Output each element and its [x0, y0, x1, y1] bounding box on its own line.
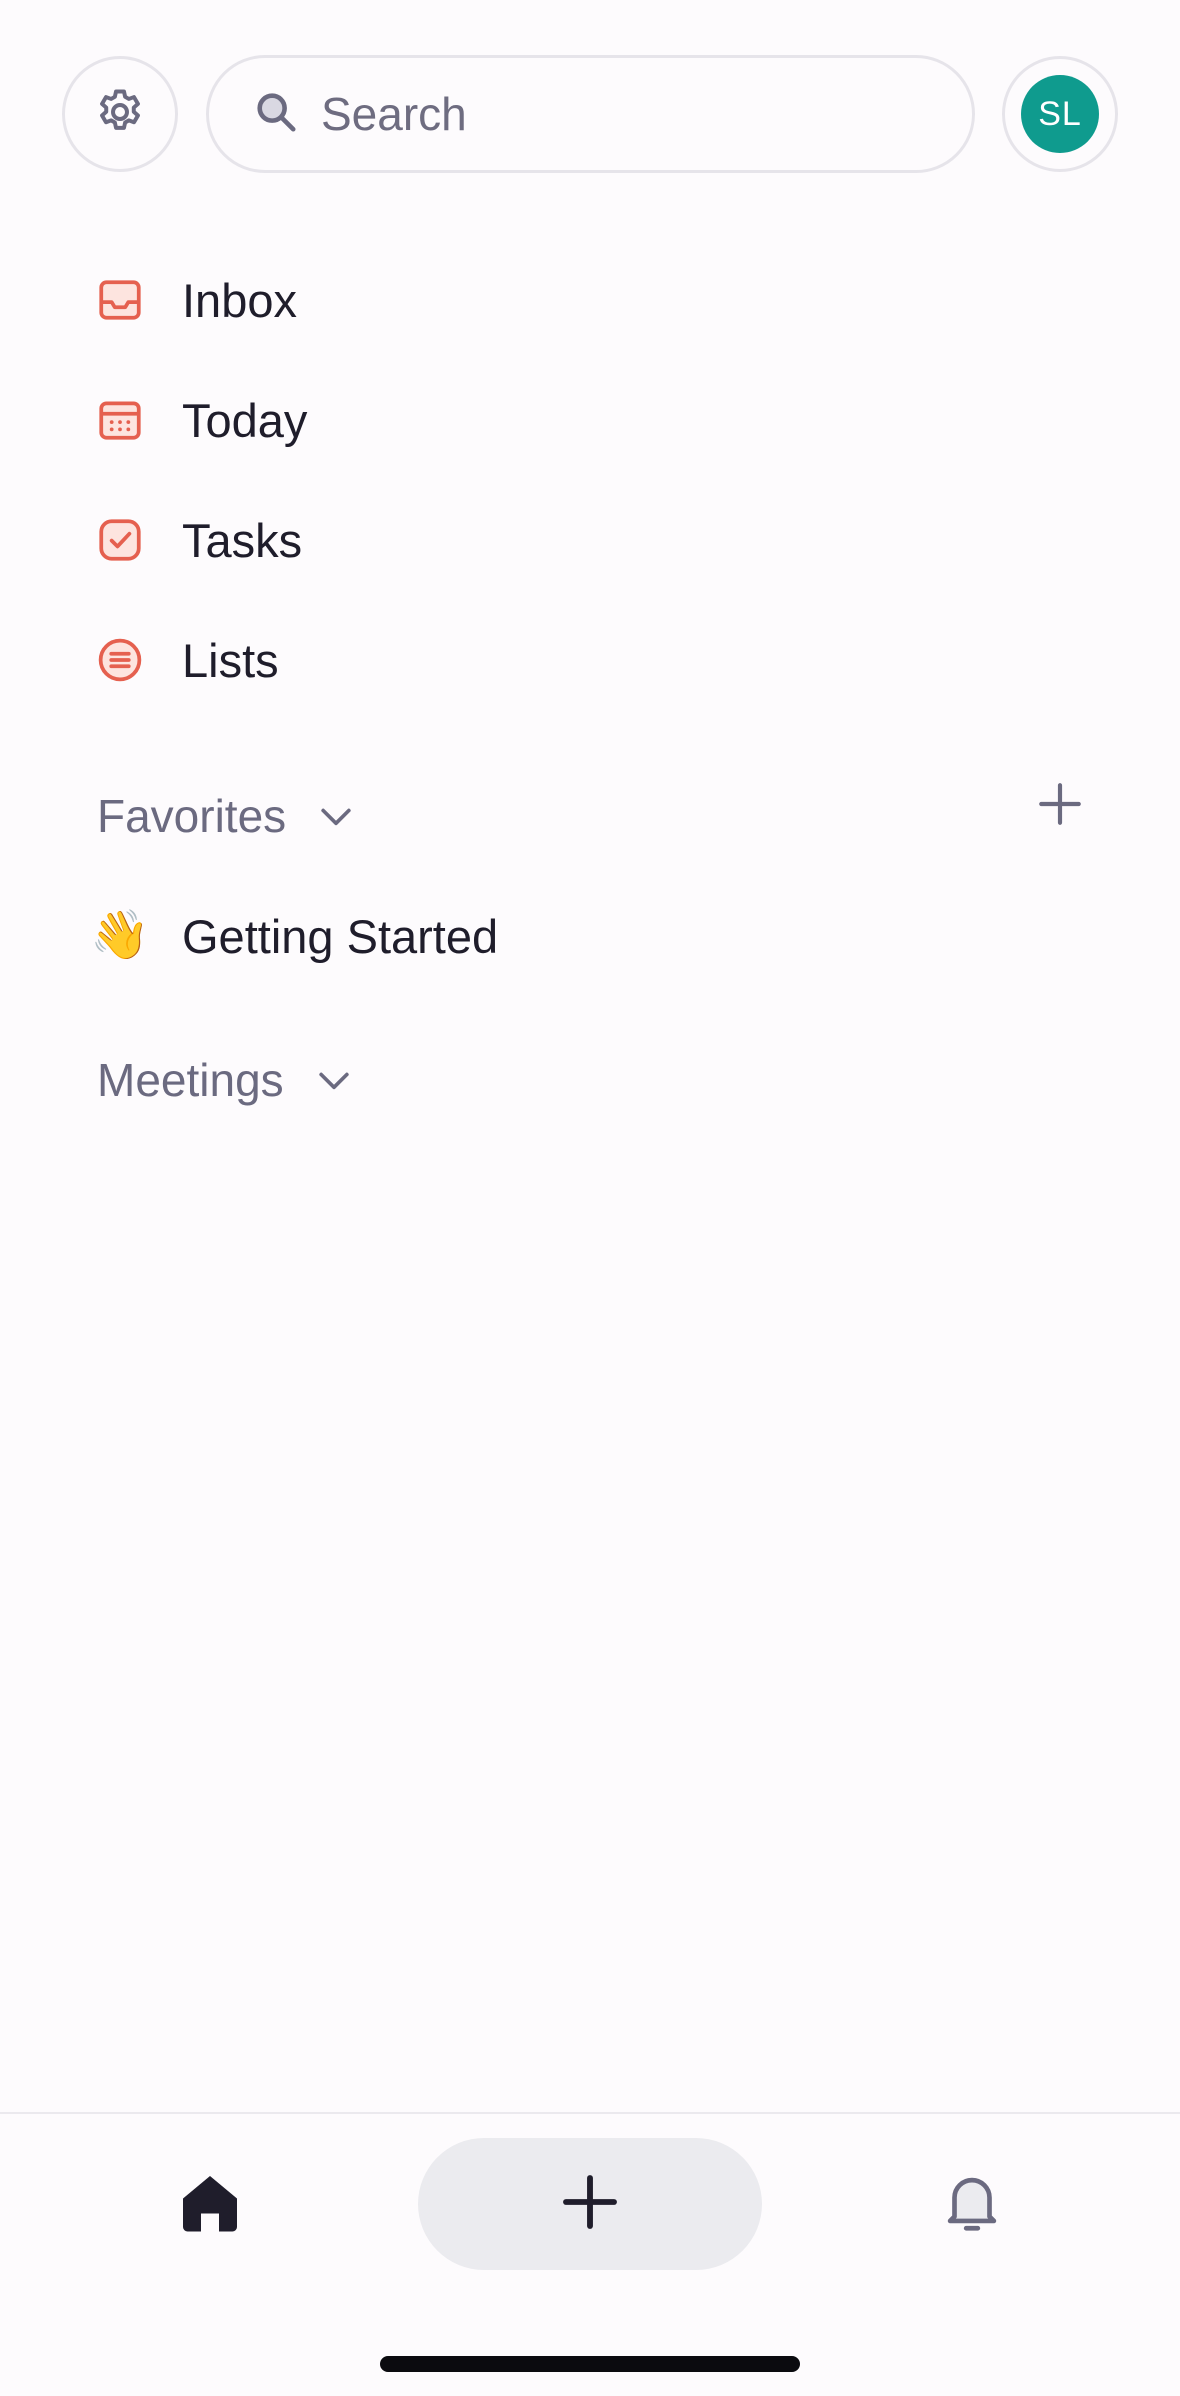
- chevron-down-icon: [312, 1058, 356, 1102]
- checkbox-icon: [94, 514, 146, 566]
- chevron-down-icon: [314, 794, 358, 838]
- bell-icon: [937, 2165, 1007, 2244]
- avatar-initials: SL: [1038, 94, 1082, 133]
- gear-icon: [92, 84, 148, 145]
- add-button[interactable]: [418, 2138, 762, 2270]
- favorites-title: Favorites: [97, 790, 287, 842]
- tab-bar-divider: [0, 2112, 1180, 2114]
- nav-item-label: Lists: [182, 633, 279, 687]
- nav-item-today[interactable]: Today: [94, 380, 307, 460]
- favorite-item-label: Getting Started: [182, 909, 499, 963]
- plus-icon: [1035, 779, 1085, 834]
- favorite-item-getting-started[interactable]: 👋 Getting Started: [90, 896, 499, 976]
- meetings-title: Meetings: [97, 1054, 284, 1106]
- nav-item-tasks[interactable]: Tasks: [94, 500, 302, 580]
- nav-item-lists[interactable]: Lists: [94, 620, 279, 700]
- inbox-icon: [94, 274, 146, 326]
- add-favorite-button[interactable]: [1030, 776, 1090, 836]
- waving-hand-emoji: 👋: [90, 909, 150, 962]
- nav-item-label: Today: [182, 393, 308, 447]
- favorites-header[interactable]: Favorites: [97, 776, 358, 856]
- tab-home[interactable]: [170, 2165, 250, 2245]
- calendar-icon: [94, 394, 146, 446]
- list-icon: [94, 634, 146, 686]
- profile-button[interactable]: SL: [1002, 56, 1118, 172]
- tab-notifications[interactable]: [932, 2162, 1012, 2246]
- top-bar: SL: [0, 0, 1180, 180]
- plus-icon: [558, 2170, 622, 2239]
- search-input[interactable]: [319, 86, 923, 142]
- avatar: SL: [1021, 75, 1099, 153]
- nav-item-label: Tasks: [182, 513, 303, 567]
- home-icon: [174, 2167, 246, 2244]
- nav-item-label: Inbox: [182, 273, 297, 327]
- search-bar[interactable]: [206, 55, 975, 173]
- search-icon: [253, 89, 299, 140]
- home-indicator: [380, 2356, 800, 2372]
- settings-button[interactable]: [62, 56, 178, 172]
- nav-item-inbox[interactable]: Inbox: [94, 260, 297, 340]
- meetings-header[interactable]: Meetings: [97, 1040, 356, 1120]
